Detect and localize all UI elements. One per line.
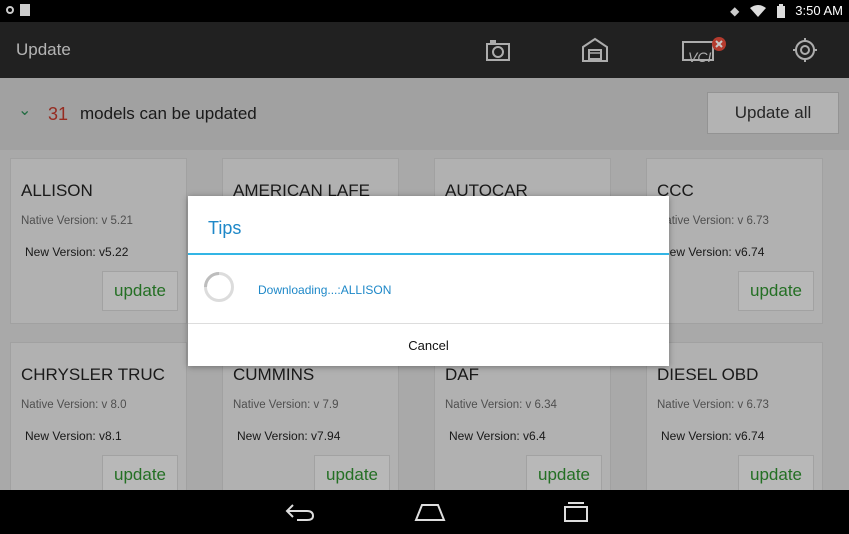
notification-icon [6,6,14,14]
loading-spinner-icon [204,272,234,302]
dialog-divider [188,253,669,255]
dialog-title: Tips [208,218,242,238]
sim-icon [20,4,30,16]
back-icon[interactable] [280,500,320,524]
cancel-button[interactable]: Cancel [188,324,669,366]
tips-dialog: Tips Downloading...:ALLISON Cancel [188,196,669,366]
bluetooth-icon: ◆ [730,3,740,18]
status-bar: ◆ 3:50 AM [0,0,849,22]
download-status: Downloading...:ALLISON [258,283,392,297]
clock: 3:50 AM [795,3,843,18]
home-icon[interactable] [410,500,450,524]
battery-icon [777,3,786,18]
wifi-icon [750,4,767,17]
navigation-bar [0,490,849,534]
recent-apps-icon[interactable] [556,500,596,524]
